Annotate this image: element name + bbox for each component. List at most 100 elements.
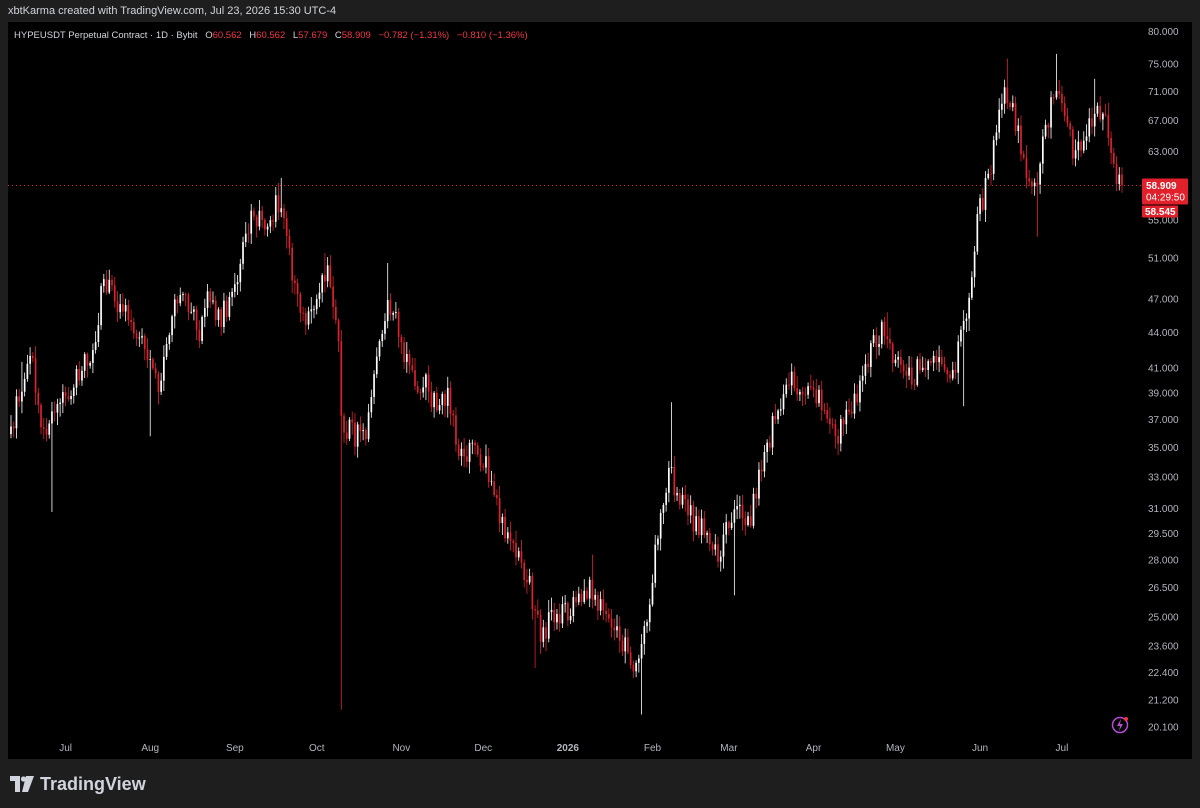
candle-body[interactable] <box>700 518 703 536</box>
candle-body[interactable] <box>337 320 340 342</box>
candle-body[interactable] <box>154 368 157 374</box>
candle-body[interactable] <box>375 356 378 375</box>
candle-body[interactable] <box>962 320 965 330</box>
candle-body[interactable] <box>111 279 113 286</box>
candle-body[interactable] <box>880 321 883 345</box>
candle-body[interactable] <box>223 300 225 328</box>
candle-body[interactable] <box>397 311 400 337</box>
candle-body[interactable] <box>479 454 482 467</box>
candle-body[interactable] <box>512 540 515 543</box>
candle-body[interactable] <box>1033 182 1036 187</box>
candle-body[interactable] <box>324 275 326 282</box>
candle-body[interactable] <box>1074 150 1077 159</box>
candle-body[interactable] <box>411 365 414 371</box>
candle-body[interactable] <box>343 415 345 433</box>
candle-body[interactable] <box>94 342 97 351</box>
candle-body[interactable] <box>201 316 203 341</box>
candle-body[interactable] <box>231 291 233 297</box>
candle-body[interactable] <box>321 275 324 293</box>
candle-body[interactable] <box>981 198 984 210</box>
candle-body[interactable] <box>676 492 678 496</box>
candle-body[interactable] <box>809 386 812 388</box>
candle-body[interactable] <box>373 374 375 398</box>
candle-body[interactable] <box>957 341 960 373</box>
candle-body[interactable] <box>758 469 760 499</box>
candle-body[interactable] <box>422 387 425 393</box>
candle-body[interactable] <box>228 296 231 317</box>
candle-body[interactable] <box>719 556 722 562</box>
candle-body[interactable] <box>405 354 408 362</box>
candle-body[interactable] <box>1009 102 1011 108</box>
candle-body[interactable] <box>698 516 700 536</box>
candle-body[interactable] <box>1036 182 1039 185</box>
candle-body[interactable] <box>1052 97 1055 99</box>
candle-body[interactable] <box>67 396 70 400</box>
candle-body[interactable] <box>673 466 676 496</box>
candle-body[interactable] <box>834 424 837 436</box>
candle-body[interactable] <box>370 397 373 413</box>
candle-body[interactable] <box>812 387 815 390</box>
candle-body[interactable] <box>1022 154 1025 158</box>
candle-body[interactable] <box>97 325 100 343</box>
candle-body[interactable] <box>34 358 37 393</box>
candle-body[interactable] <box>976 213 979 252</box>
candle-body[interactable] <box>452 413 455 416</box>
candle-body[interactable] <box>703 518 706 536</box>
candle-body[interactable] <box>971 277 973 298</box>
candle-body[interactable] <box>1058 90 1061 94</box>
candle-body[interactable] <box>386 300 389 322</box>
candle-body[interactable] <box>244 233 247 243</box>
candle-body[interactable] <box>536 610 539 615</box>
candle-body[interactable] <box>1069 123 1071 130</box>
candle-body[interactable] <box>1028 178 1031 182</box>
candle-body[interactable] <box>534 609 536 611</box>
candle-body[interactable] <box>553 609 556 623</box>
candle-body[interactable] <box>468 442 471 462</box>
candle-body[interactable] <box>351 419 354 423</box>
candle-body[interactable] <box>455 415 457 445</box>
candle-body[interactable] <box>722 534 725 557</box>
candle-body[interactable] <box>651 582 654 605</box>
candle-body[interactable] <box>1047 124 1050 128</box>
candle-body[interactable] <box>818 389 820 404</box>
candle-body[interactable] <box>23 378 26 392</box>
candle-body[interactable] <box>285 218 288 236</box>
candle-body[interactable] <box>586 590 588 599</box>
candle-body[interactable] <box>225 300 228 317</box>
candle-body[interactable] <box>1044 124 1047 137</box>
candle-body[interactable] <box>493 481 496 496</box>
candle-body[interactable] <box>807 386 809 395</box>
candle-body[interactable] <box>848 409 850 412</box>
candle-body[interactable] <box>648 604 651 623</box>
candle-body[interactable] <box>302 312 304 314</box>
candle-body[interactable] <box>12 426 15 429</box>
candle-body[interactable] <box>163 356 165 381</box>
candle-body[interactable] <box>209 291 212 302</box>
candle-body[interactable] <box>176 299 179 304</box>
candle-body[interactable] <box>277 195 280 213</box>
candle-body[interactable] <box>894 359 897 364</box>
candle-body[interactable] <box>1072 129 1074 159</box>
candle-body[interactable] <box>457 444 460 457</box>
candle-body[interactable] <box>577 593 580 603</box>
candle-body[interactable] <box>165 343 168 357</box>
candle-body[interactable] <box>1082 140 1085 151</box>
candle-body[interactable] <box>1011 103 1014 108</box>
candle-body[interactable] <box>927 361 930 371</box>
candle-body[interactable] <box>280 208 283 213</box>
candle-body[interactable] <box>547 612 550 639</box>
candle-body[interactable] <box>621 640 624 652</box>
candle-body[interactable] <box>1099 105 1102 120</box>
candle-body[interactable] <box>799 391 801 395</box>
candle-body[interactable] <box>168 335 171 344</box>
candle-body[interactable] <box>815 389 818 404</box>
candle-body[interactable] <box>400 336 403 343</box>
candle-body[interactable] <box>307 311 310 325</box>
candle-body[interactable] <box>924 367 927 371</box>
candle-body[interactable] <box>10 426 12 435</box>
candle-body[interactable] <box>296 283 299 294</box>
candle-body[interactable] <box>288 235 291 248</box>
candle-body[interactable] <box>845 409 848 425</box>
candle-body[interactable] <box>992 140 995 174</box>
candle-body[interactable] <box>829 418 831 425</box>
